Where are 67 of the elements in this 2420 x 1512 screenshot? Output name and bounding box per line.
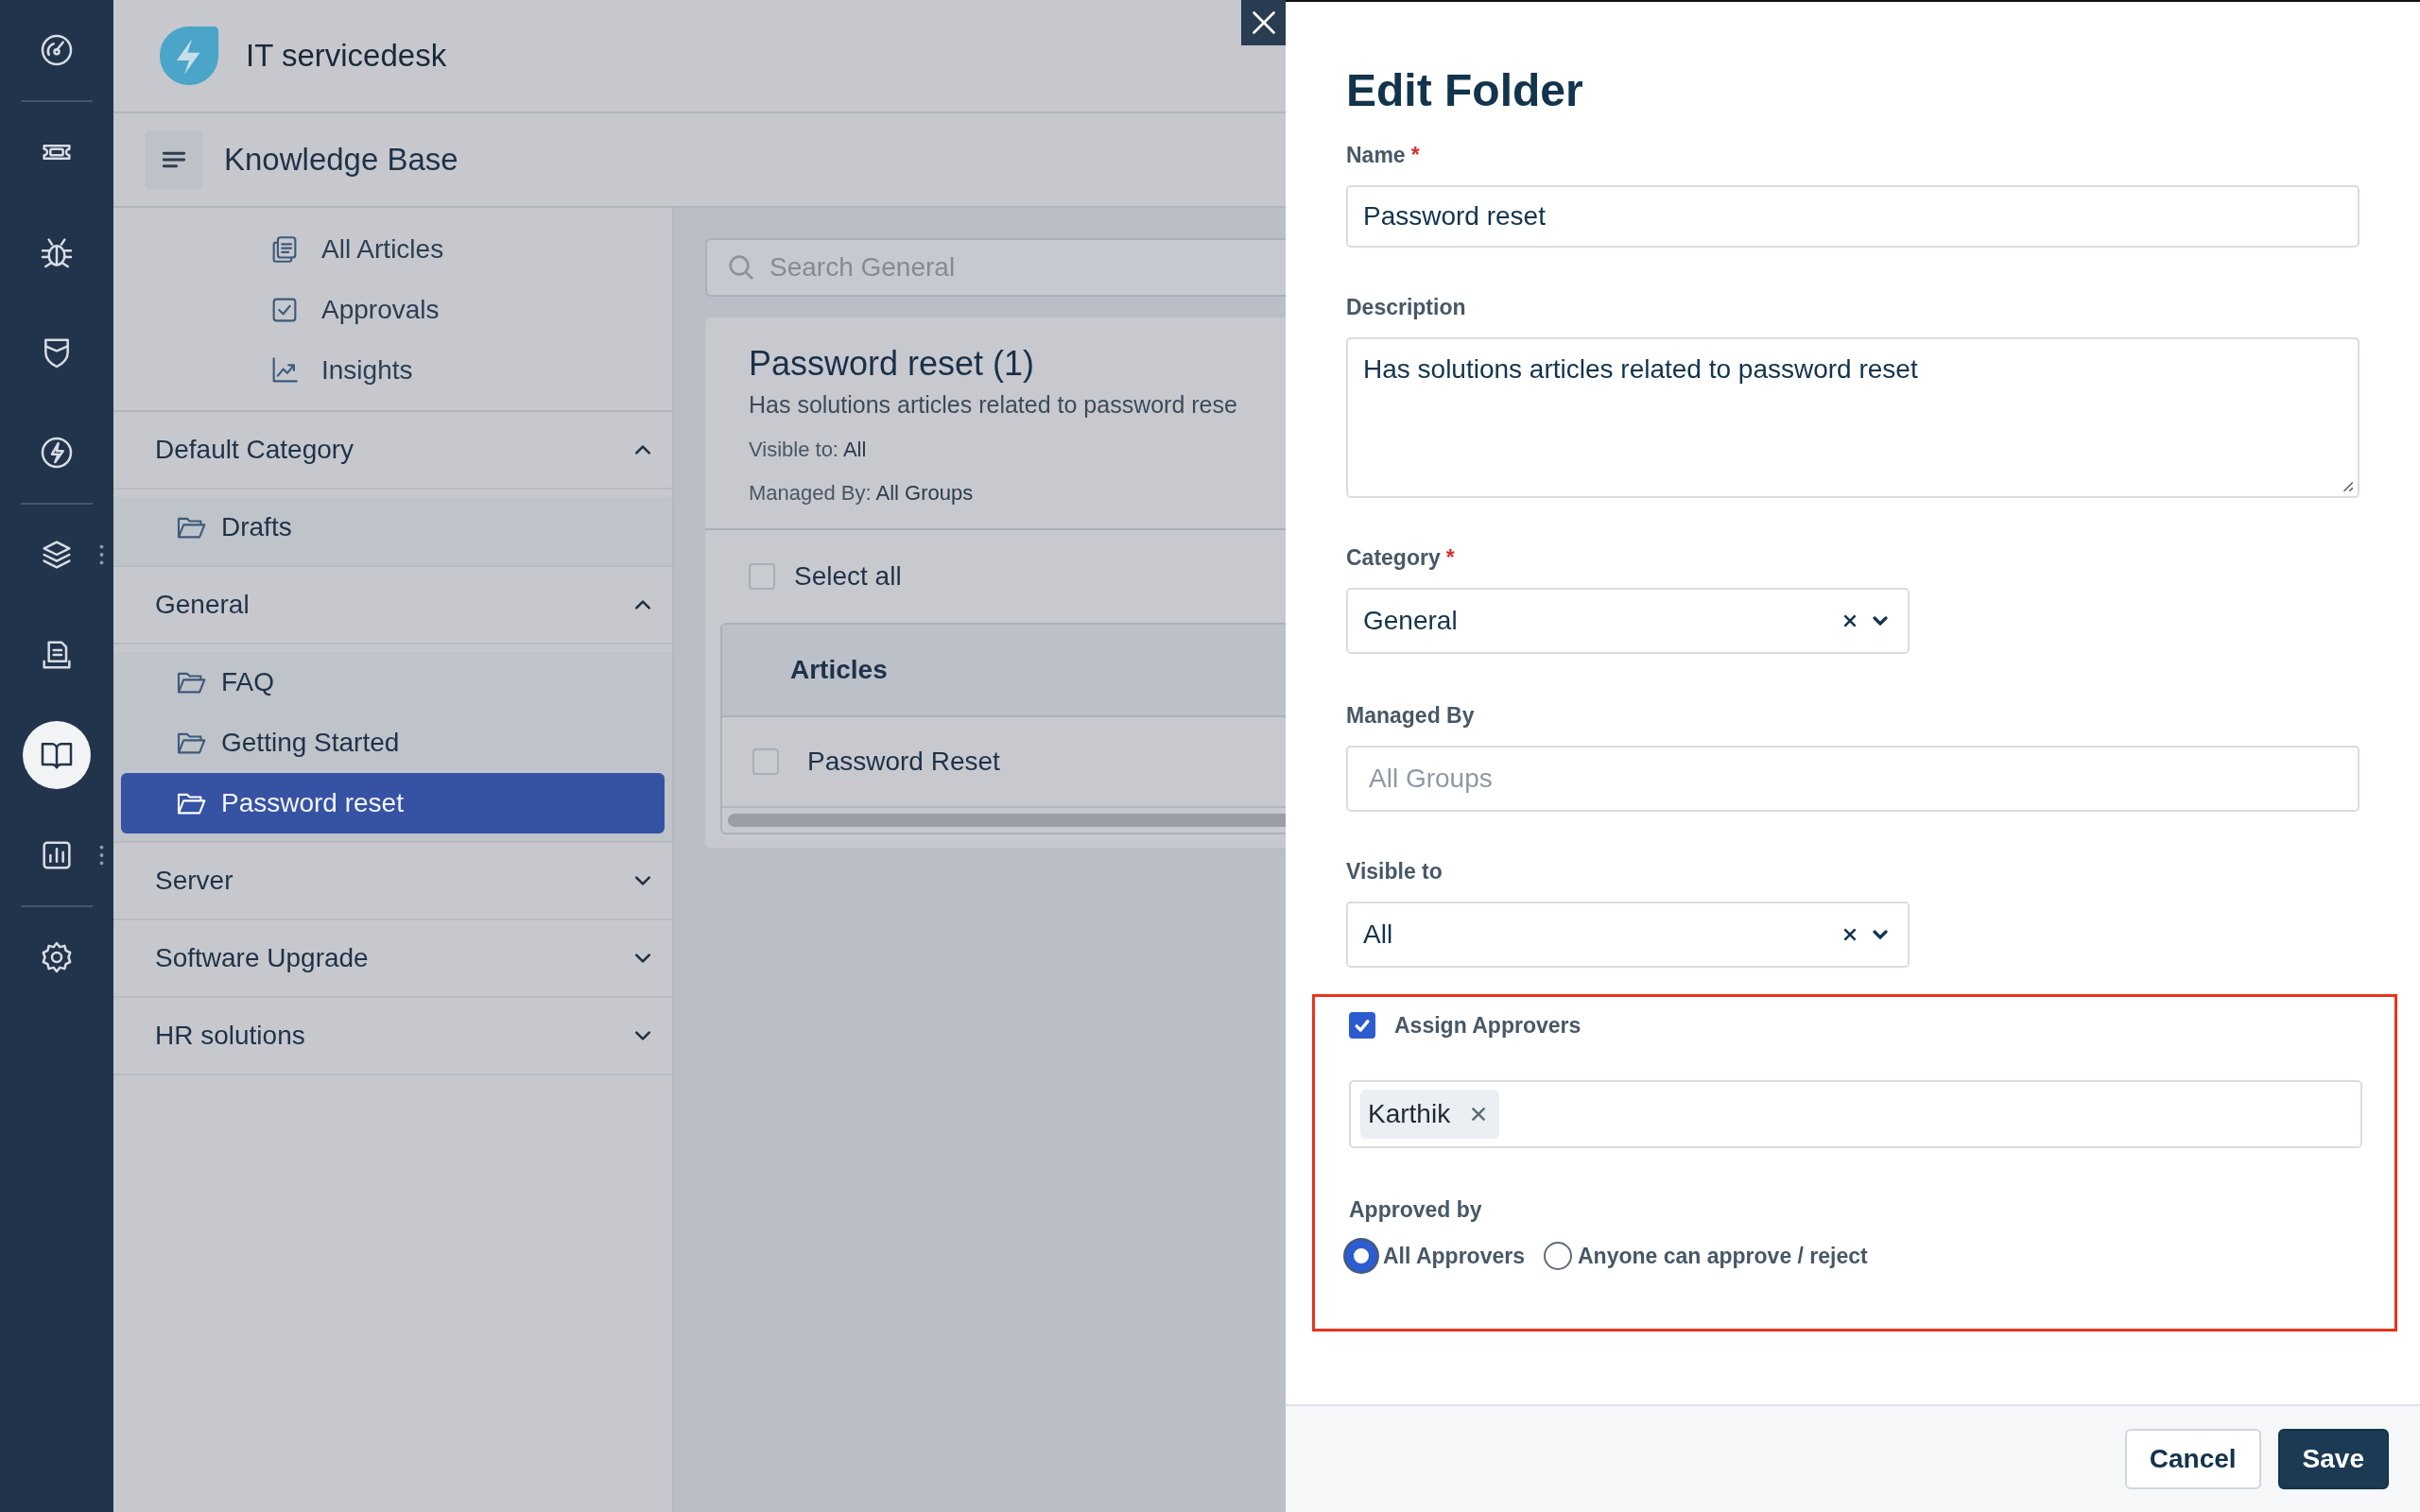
remove-icon[interactable] xyxy=(1471,1107,1487,1122)
category-header[interactable]: General xyxy=(113,567,672,644)
chevron-up-icon xyxy=(634,599,651,610)
menu-button[interactable] xyxy=(145,130,203,189)
checkbox[interactable] xyxy=(752,748,779,775)
cancel-button[interactable]: Cancel xyxy=(2124,1429,2261,1489)
description-field[interactable]: Has solutions articles related to password reset xyxy=(1346,337,2360,498)
field-label: Approved by xyxy=(1349,1197,1482,1223)
category-header[interactable]: Default Category xyxy=(113,412,672,490)
folder-icon xyxy=(176,791,206,816)
visible-to-select[interactable]: All xyxy=(1346,902,1910,968)
required-mark: * xyxy=(1445,545,1455,571)
meta-label: Managed By: xyxy=(749,481,872,505)
field-label: Category xyxy=(1346,545,1441,571)
folder-item[interactable]: Getting Started xyxy=(121,713,665,773)
folder-icon xyxy=(176,730,206,755)
radio-label: Anyone can approve / reject xyxy=(1577,1243,1868,1269)
folder-description: Has solutions articles related to password rese xyxy=(749,391,1238,419)
field-label: Visible to xyxy=(1346,859,1443,885)
category-header[interactable]: Server xyxy=(113,843,672,920)
folder-icon xyxy=(176,515,206,540)
article-link[interactable]: Password Reset xyxy=(807,747,1000,777)
category-header[interactable]: HR solutions xyxy=(113,998,672,1075)
chevron-down-icon xyxy=(634,953,651,964)
dialog-title: Edit Folder xyxy=(1346,64,1584,116)
radio-button[interactable] xyxy=(1345,1240,1377,1272)
select-all-label: Select all xyxy=(794,561,902,592)
folder-icon xyxy=(176,670,206,695)
more-icon[interactable] xyxy=(99,543,104,566)
app-title: IT servicedesk xyxy=(246,38,447,74)
category-header[interactable]: Software Upgrade xyxy=(113,920,672,998)
close-button[interactable] xyxy=(1241,0,1286,45)
meta-value: All Groups xyxy=(875,481,974,505)
chevron-down-icon xyxy=(1872,615,1889,627)
chevron-down-icon xyxy=(634,875,651,886)
clear-icon[interactable] xyxy=(1843,928,1857,941)
field-label: Name xyxy=(1346,143,1406,168)
nav-link[interactable]: Insights xyxy=(113,340,672,401)
checkbox[interactable] xyxy=(749,563,775,590)
checkbox[interactable] xyxy=(1349,1012,1375,1039)
category-select[interactable]: General xyxy=(1346,588,1910,654)
resize-handle-icon[interactable] xyxy=(2341,479,2354,492)
nav-link[interactable]: Approvals xyxy=(113,280,672,340)
meta-value: All xyxy=(842,438,867,461)
approvers-field[interactable]: Karthik xyxy=(1349,1080,2362,1148)
required-mark: * xyxy=(1410,143,1420,168)
folder-title: Password reset (1) xyxy=(749,344,1036,384)
module-title: Knowledge Base xyxy=(224,142,458,178)
chevron-up-icon xyxy=(634,444,651,455)
chevron-down-icon xyxy=(1872,929,1889,940)
name-field[interactable]: Password reset xyxy=(1346,185,2360,248)
checkbox-label: Assign Approvers xyxy=(1394,1012,1582,1039)
folder-item[interactable]: FAQ xyxy=(121,652,665,713)
chevron-down-icon xyxy=(634,1030,651,1041)
nav-link[interactable]: All Articles xyxy=(113,219,672,280)
scrollbar[interactable] xyxy=(728,814,1286,827)
field-label: Description xyxy=(1346,295,1466,320)
more-icon[interactable] xyxy=(99,844,104,867)
save-button[interactable]: Save xyxy=(2277,1429,2389,1489)
folder-item[interactable]: Password reset xyxy=(121,773,665,833)
field-label: Managed By xyxy=(1346,703,1475,729)
radio-button[interactable] xyxy=(1543,1242,1572,1270)
tag-label: Karthik xyxy=(1368,1099,1451,1129)
radio-label: All Approvers xyxy=(1383,1243,1525,1269)
column-header: Articles xyxy=(790,655,888,685)
clear-icon[interactable] xyxy=(1843,614,1857,627)
meta-label: Visible to: xyxy=(749,438,838,461)
